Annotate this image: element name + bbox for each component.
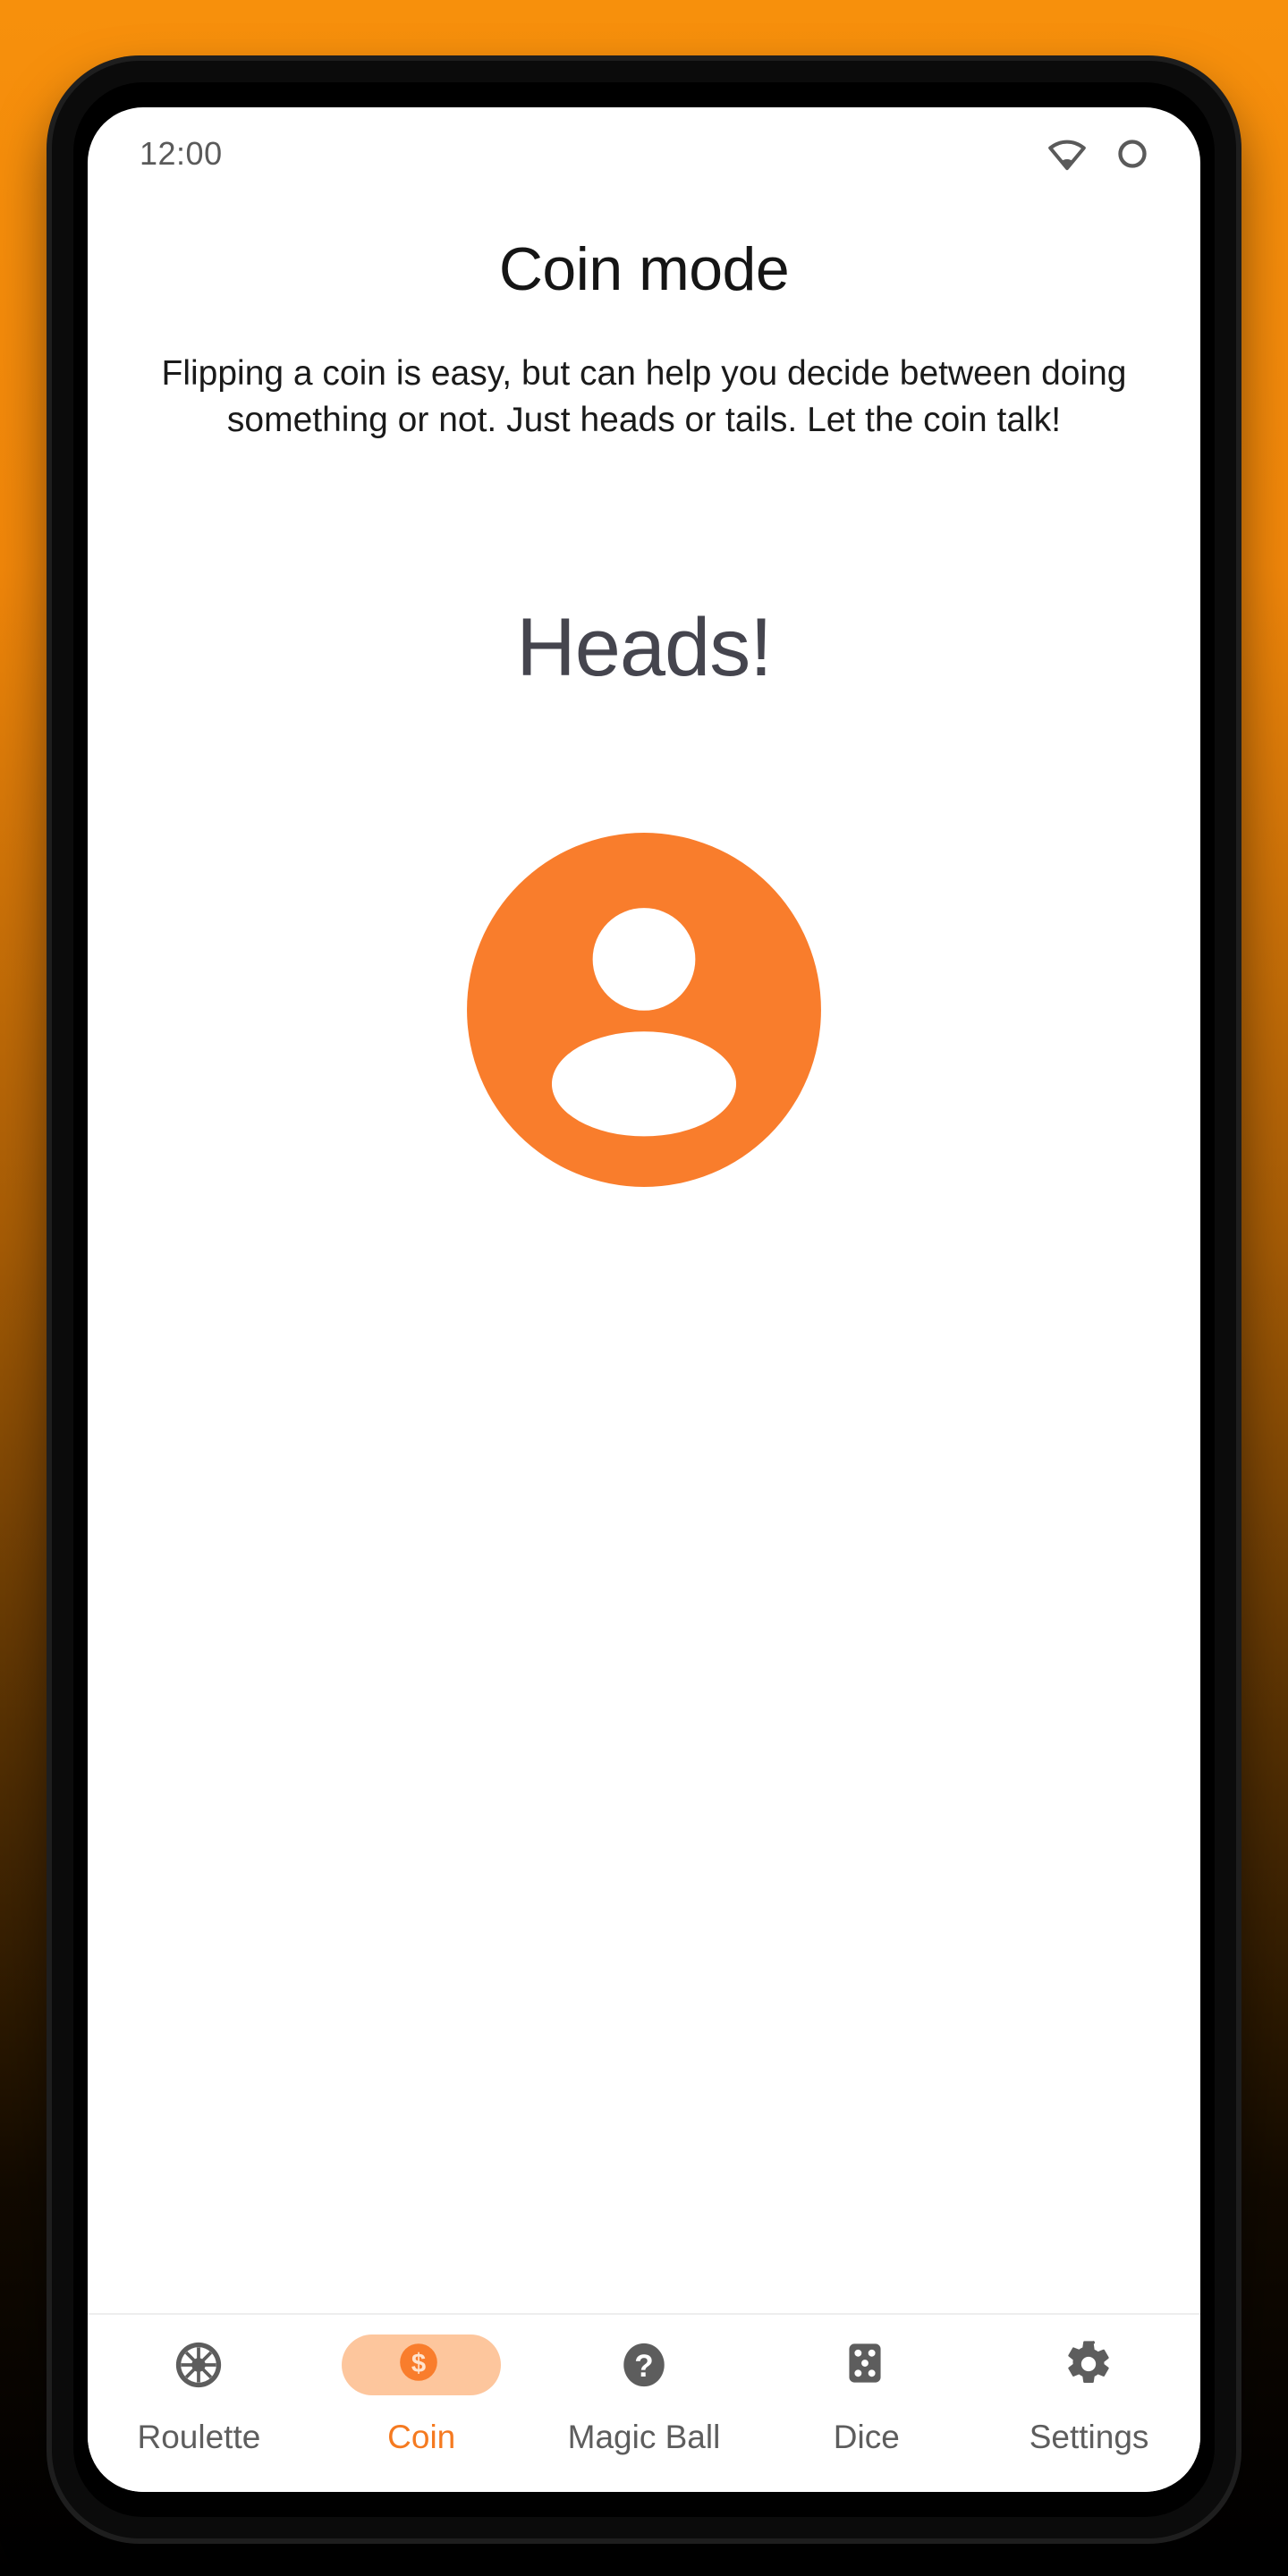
status-bar-icons <box>1046 133 1150 174</box>
nav-item-magic-ball[interactable]: ? Magic Ball <box>533 2334 756 2456</box>
coin-result-text: Heads! <box>516 601 772 693</box>
bottom-navigation: Roulette $ Coin ? Magic Ball Dice Settin… <box>88 2313 1200 2492</box>
nav-item-coin[interactable]: $ Coin <box>310 2334 533 2456</box>
roulette-wheel-icon <box>173 2339 225 2391</box>
coin-dollar-icon: $ <box>395 2339 447 2391</box>
nav-pill-coin: $ <box>342 2334 502 2395</box>
nav-pill-roulette <box>154 2334 243 2395</box>
mode-description: Flipping a coin is easy, but can help yo… <box>161 354 1127 439</box>
main-content: Coin mode Flipping a coin is easy, but c… <box>88 200 1200 2313</box>
status-bar-clock: 12:00 <box>140 135 223 172</box>
phone-bezel: 12:00 Coin mode Flipping a coin is easy,… <box>73 82 1215 2517</box>
question-mark-circle-icon: ? <box>618 2339 670 2391</box>
coin-heads-person-icon <box>463 829 825 1191</box>
page-title: Coin mode <box>498 235 790 303</box>
gear-icon <box>1063 2339 1115 2391</box>
nav-pill-settings <box>1045 2334 1134 2395</box>
phone-screen: 12:00 Coin mode Flipping a coin is easy,… <box>88 107 1200 2492</box>
status-bar: 12:00 <box>88 107 1200 200</box>
svg-text:$: $ <box>411 2350 426 2378</box>
nav-item-roulette[interactable]: Roulette <box>88 2334 310 2456</box>
nav-label-coin: Coin <box>387 2419 456 2455</box>
phone-frame: 12:00 Coin mode Flipping a coin is easy,… <box>52 61 1236 2538</box>
nav-label-magic-ball: Magic Ball <box>567 2419 721 2455</box>
nav-label-dice: Dice <box>833 2419 900 2455</box>
nav-item-dice[interactable]: Dice <box>755 2334 978 2456</box>
battery-circle-icon <box>1114 136 1150 172</box>
nav-pill-dice <box>822 2334 911 2395</box>
svg-text:?: ? <box>634 2349 653 2384</box>
nav-label-settings: Settings <box>1029 2419 1149 2455</box>
wifi-icon <box>1046 133 1088 174</box>
nav-label-roulette: Roulette <box>137 2419 261 2455</box>
dice-five-icon <box>841 2339 893 2391</box>
nav-item-settings[interactable]: Settings <box>978 2334 1200 2456</box>
nav-pill-magic-ball: ? <box>599 2334 689 2395</box>
